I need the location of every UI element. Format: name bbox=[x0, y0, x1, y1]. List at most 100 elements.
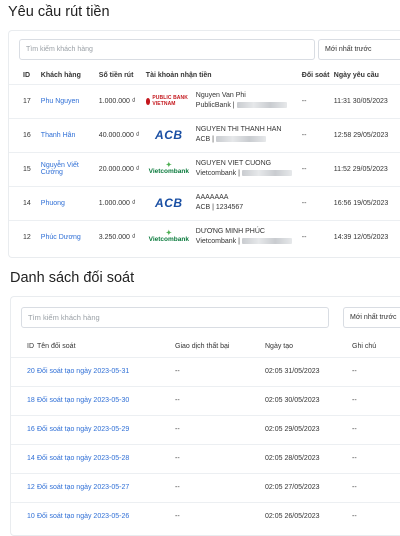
row-id-link[interactable]: 20 bbox=[11, 356, 37, 386]
withdraw-table: ID Khách hàng Số tiền rút Tài khoản nhận… bbox=[9, 67, 400, 254]
reconcile-name-link[interactable]: Đối soát tạo ngày 2023-05-28 bbox=[37, 443, 175, 473]
table-row[interactable]: 18 Đối soát tạo ngày 2023-05-30 -- 02:05 30… bbox=[11, 385, 400, 415]
table-row[interactable]: 14 Phuong 1.000.000 ₫ ACB AAAAAAA ACB | 12345… bbox=[9, 185, 400, 220]
row-id-link[interactable]: 16 bbox=[11, 414, 37, 444]
table-row[interactable]: 15 Nguyễn Viết Cường 20.000.000 ₫ ✦ Vietcomb… bbox=[9, 151, 400, 186]
reconcile-name-link[interactable]: Đối soát tạo ngày 2023-05-31 bbox=[37, 356, 175, 386]
col-date: Ngày yêu cầu bbox=[333, 71, 379, 79]
public-bank-mark bbox=[145, 97, 151, 105]
withdraw-title: Yêu cầu rút tiền bbox=[8, 4, 110, 20]
withdraw-amount: 1.000.000 ₫ bbox=[98, 83, 146, 118]
row-id-link[interactable]: 14 bbox=[11, 443, 37, 473]
masked-account-number bbox=[241, 238, 292, 245]
withdraw-search-input[interactable]: Tìm kiếm khách hàng bbox=[19, 39, 315, 60]
customer-link[interactable]: Phuong bbox=[30, 185, 99, 220]
col-id: ID bbox=[23, 71, 30, 79]
col-customer: Khách hàng bbox=[40, 71, 81, 79]
reconcile-status: -- bbox=[301, 151, 334, 186]
bank-logo: ✦ Vietcombank bbox=[146, 162, 192, 176]
bank-logo: ✦ Vietcombank bbox=[146, 230, 192, 244]
note: -- bbox=[352, 443, 400, 473]
reconcile-name-link[interactable]: Đối soát tạo ngày 2023-05-30 bbox=[37, 385, 175, 415]
withdraw-card: Tìm kiếm khách hàng Mới nhất trước ID Kh… bbox=[8, 30, 400, 258]
bank-logo: ACB bbox=[146, 128, 192, 142]
account-cell: ✦ Vietcombank NGUYEN VIET CUONG Vietcombank… bbox=[145, 151, 302, 186]
masked-account-number bbox=[236, 102, 287, 109]
reconcile-section: Danh sách đối soát Tìm kiếm khách hàng M… bbox=[0, 258, 400, 536]
table-row[interactable]: 20 Đối soát tạo ngày 2023-05-31 -- 02:05 31… bbox=[11, 356, 400, 386]
failed-transactions: -- bbox=[175, 472, 265, 502]
bank-name: ACB | 1234567 bbox=[195, 204, 244, 211]
reconcile-status: -- bbox=[301, 185, 334, 220]
withdraw-amount: 20.000.000 ₫ bbox=[98, 151, 146, 186]
reconcile-sort-select[interactable]: Mới nhất trước bbox=[343, 307, 400, 328]
account-holder: DƯƠNG MINH PHÚC bbox=[195, 228, 265, 236]
bank-name: Vietcombank | bbox=[195, 170, 240, 177]
withdraw-section: Yêu cầu rút tiền Tìm kiếm khách hàng Mới… bbox=[0, 0, 400, 258]
reconcile-name-link[interactable]: Đối soát tạo ngày 2023-05-29 bbox=[37, 414, 175, 444]
bank-logo-text: PUBLIC BANK VIETNAM bbox=[152, 95, 188, 107]
note: -- bbox=[352, 414, 400, 444]
request-date: 16:56 19/05/2023 bbox=[333, 185, 400, 220]
col-note: Ghi chú bbox=[352, 343, 377, 351]
reconcile-title: Danh sách đối soát bbox=[10, 270, 135, 286]
created-date: 02:05 29/05/2023 bbox=[265, 414, 352, 444]
customer-link[interactable]: Phúc Dương bbox=[30, 219, 99, 254]
row-id: 16 bbox=[9, 117, 31, 152]
table-row[interactable]: 16 Thanh Hân 40.000.000 ₫ ACB NGUYEN THI THA… bbox=[9, 117, 400, 152]
table-row[interactable]: 12 Đối soát tạo ngày 2023-05-27 -- 02:05 27… bbox=[11, 472, 400, 502]
table-row[interactable]: 17 Phu Nguyen 1.000.000 ₫ PUBLIC BANK VIETN… bbox=[9, 83, 400, 118]
account-cell: ACB NGUYEN THI THANH HAN ACB | bbox=[145, 117, 302, 152]
row-id-link[interactable]: 12 bbox=[11, 472, 37, 502]
bank-logo-text: Vietcombank bbox=[148, 168, 189, 175]
created-date: 02:05 27/05/2023 bbox=[265, 472, 352, 502]
account-holder: NGUYEN VIET CUONG bbox=[195, 160, 272, 167]
table-row[interactable]: 16 Đối soát tạo ngày 2023-05-29 -- 02:05 29… bbox=[11, 414, 400, 444]
bank-logo: PUBLIC BANK VIETNAM bbox=[145, 94, 192, 108]
note: -- bbox=[352, 385, 400, 415]
bank-logo-text: ACB bbox=[155, 128, 183, 142]
created-date: 02:05 31/05/2023 bbox=[265, 356, 352, 386]
col-name: Tên đối soát bbox=[37, 343, 76, 351]
table-row[interactable]: 12 Phúc Dương 3.250.000 ₫ ✦ Vietcombank DƯƠNG… bbox=[9, 219, 400, 254]
col-created: Ngày tạo bbox=[265, 343, 294, 351]
withdraw-table-header: ID Khách hàng Số tiền rút Tài khoản nhận… bbox=[9, 67, 400, 84]
note: -- bbox=[352, 356, 400, 386]
bank-logo-text: Vietcombank bbox=[148, 236, 189, 244]
failed-transactions: -- bbox=[175, 414, 265, 444]
table-row[interactable]: 14 Đối soát tạo ngày 2023-05-28 -- 02:05 28… bbox=[11, 443, 400, 473]
failed-transactions: -- bbox=[175, 385, 265, 415]
withdraw-amount: 3.250.000 ₫ bbox=[98, 219, 146, 254]
bank-name: ACB | bbox=[195, 136, 214, 143]
withdraw-amount: 1.000.000 ₫ bbox=[98, 185, 146, 220]
customer-link[interactable]: Phu Nguyen bbox=[30, 83, 99, 118]
request-date: 11:31 30/05/2023 bbox=[333, 83, 400, 118]
customer-link[interactable]: Nguyễn Viết Cường bbox=[30, 151, 99, 186]
reconcile-search-input[interactable]: Tìm kiếm khách hàng bbox=[21, 307, 329, 328]
col-amount: Số tiền rút bbox=[98, 71, 134, 79]
withdraw-amount: 40.000.000 ₫ bbox=[98, 117, 146, 152]
account-cell: ✦ Vietcombank DƯƠNG MINH PHÚC Vietcombank | bbox=[145, 219, 302, 254]
account-cell: ACB AAAAAAA ACB | 1234567 bbox=[145, 185, 302, 220]
row-id: 12 bbox=[9, 219, 31, 254]
request-date: 12:58 29/05/2023 bbox=[333, 117, 400, 152]
row-id: 15 bbox=[9, 151, 31, 186]
customer-link[interactable]: Thanh Hân bbox=[30, 117, 99, 152]
row-id: 17 bbox=[9, 83, 31, 118]
reconcile-status: -- bbox=[301, 83, 334, 118]
reconcile-name-link[interactable]: Đối soát tạo ngày 2023-05-27 bbox=[37, 472, 175, 502]
masked-account-number bbox=[241, 170, 292, 177]
request-date: 14:39 12/05/2023 bbox=[333, 219, 400, 254]
created-date: 02:05 30/05/2023 bbox=[265, 385, 352, 415]
withdraw-table-body: 17 Phu Nguyen 1.000.000 ₫ PUBLIC BANK VIETN… bbox=[9, 83, 400, 254]
reconcile-status: -- bbox=[301, 117, 334, 152]
bank-logo: ACB bbox=[146, 196, 192, 210]
reconcile-table-header: ID Tên đối soát Giao dịch thất bại Ngày … bbox=[11, 337, 400, 357]
row-id-link[interactable]: 18 bbox=[11, 385, 37, 415]
col-reconcile: Đối soát bbox=[301, 71, 330, 79]
failed-transactions: -- bbox=[175, 356, 265, 386]
withdraw-sort-select[interactable]: Mới nhất trước bbox=[318, 39, 400, 60]
reconcile-status: -- bbox=[301, 219, 334, 254]
masked-account-number bbox=[215, 136, 266, 143]
account-holder: AAAAAAA bbox=[195, 194, 229, 201]
